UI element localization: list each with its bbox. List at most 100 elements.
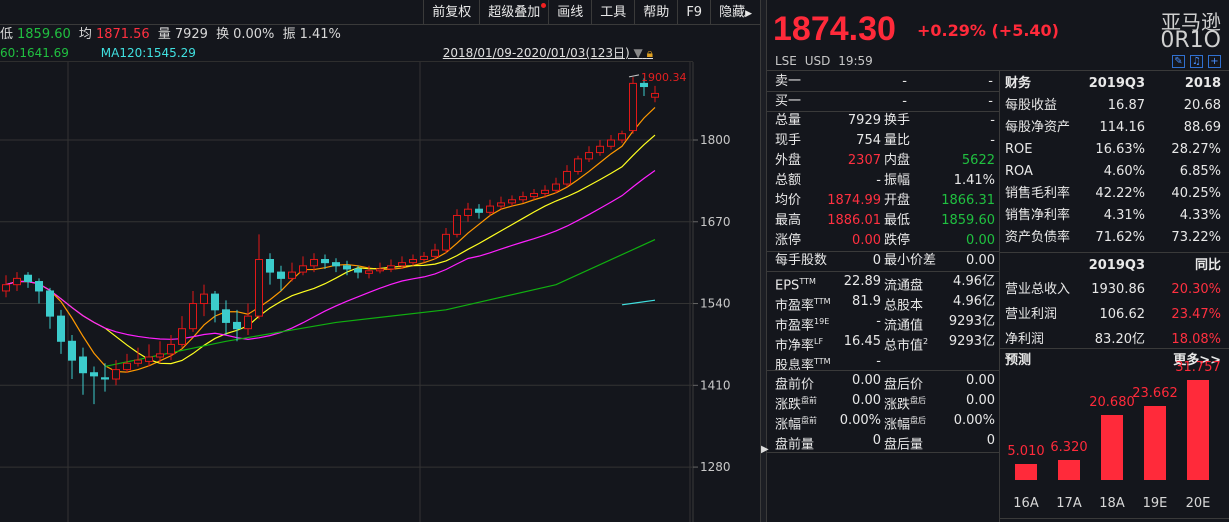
finance-value: 16.63% <box>1065 140 1145 160</box>
stat-value-text: 7929 <box>847 113 881 128</box>
date-range[interactable]: 2018/01/09-2020/01/03(123日) <box>443 46 630 60</box>
finance-value-text: 4.31% <box>1103 208 1145 223</box>
stat-value: 0.00 <box>817 231 881 251</box>
stat-value-text: - <box>990 133 995 148</box>
candle-up <box>508 199 516 204</box>
finance-header-text: 2018 <box>1184 76 1221 91</box>
candle-up <box>112 369 120 380</box>
growth-value: 106.62 <box>1065 305 1146 325</box>
candle-down <box>332 262 340 267</box>
quote-panel: 1874.30 +0.29% (+5.40) 亚马逊 0R1O LSE USD … <box>767 0 1229 522</box>
stat-value: - <box>917 131 995 151</box>
growth-yoy-text: 23.47% <box>1171 307 1221 322</box>
candle-up <box>574 158 582 172</box>
y-tick-label: 1800 <box>700 133 731 147</box>
growth-label-text: 营业总收入 <box>1005 282 1071 297</box>
toolbar-button-2[interactable]: 画线 <box>548 0 591 25</box>
ma-line-ma10 <box>5 134 656 365</box>
notification-dot <box>541 3 547 8</box>
stat-value-text: 2307 <box>847 153 881 168</box>
finance-value: 4.31% <box>1065 206 1145 226</box>
toolbar-button-4[interactable]: 帮助 <box>634 0 677 25</box>
forecast-year-label: 20E <box>1185 496 1211 511</box>
candle-down <box>321 259 329 264</box>
date-range-link[interactable]: 2018/01/09-2020/01/03(123日) ▼ 🔒︎ <box>443 45 653 62</box>
extended-label-text: 盘前量 <box>775 437 815 453</box>
orderbook-volume: - <box>917 72 993 92</box>
finance-label-text: 每股收益 <box>1005 98 1058 113</box>
ma-legend: 60:1641.69 MA120:1545.29 2018/01/09-2020… <box>0 45 693 62</box>
orderbook-price: - <box>837 92 907 112</box>
chart-toolbar: 前复权 超级叠加 画线 工具 帮助 F9 隐藏▶ <box>0 0 760 25</box>
finance-header: 2019Q3 <box>1065 74 1145 94</box>
candle-down <box>354 268 362 273</box>
toolbar-button-3[interactable]: 工具 <box>591 0 634 25</box>
edit-icon[interactable]: ✎ <box>1172 55 1185 68</box>
candle-down <box>266 259 274 273</box>
finance-label-text: 每股净资产 <box>1005 120 1071 135</box>
stat-value: 5622 <box>917 151 995 171</box>
toolbar-button-1[interactable]: 超级叠加 <box>479 0 548 25</box>
tick-value: 0.00 <box>917 251 995 271</box>
panel-splitter[interactable]: ▶ <box>760 0 769 522</box>
finance-value-text: 28.27% <box>1171 142 1221 157</box>
candle-up <box>552 183 560 191</box>
stat-value-text: - <box>876 173 881 188</box>
valuation-value: 4.96亿 <box>917 272 995 292</box>
last-price: 1874.30 <box>773 10 896 48</box>
finance-value-text: 16.63% <box>1095 142 1145 157</box>
y-tick-label: 1280 <box>700 460 731 474</box>
candle-up <box>398 262 406 267</box>
max-price-pointer <box>628 74 640 78</box>
growth-header-text: 2019Q3 <box>1088 258 1145 273</box>
growth-value: 83.20亿 <box>1065 330 1145 350</box>
forecast-year-label: 16A <box>1013 496 1039 511</box>
stat-label-text: 均价 <box>775 193 802 208</box>
candle-up <box>618 133 626 141</box>
valuation-value: 9293亿 <box>917 332 995 352</box>
toolbar-button-0[interactable]: 前复权 <box>423 0 479 25</box>
divider <box>767 452 999 453</box>
growth-value-text: 1930.86 <box>1091 282 1145 297</box>
stat-label-text: 振幅 <box>884 173 911 188</box>
y-tick-label: 1410 <box>700 378 731 392</box>
lock-icon[interactable]: 🔒︎ <box>647 46 653 60</box>
candle-up <box>189 303 197 330</box>
extended-value: 0.00 <box>917 371 995 391</box>
divider <box>999 252 1229 253</box>
extended-value: 0 <box>917 431 995 451</box>
forecast-year-label: 18A <box>1099 496 1125 511</box>
avg-value: 1871.56 <box>95 27 150 42</box>
lot-value-text: 0 <box>872 253 881 268</box>
finance-value: 114.16 <box>1065 118 1146 138</box>
candle-up <box>420 255 428 261</box>
orderbook-label-text: 卖一 <box>775 74 802 89</box>
toolbar-button-6[interactable]: 隐藏▶ <box>710 0 760 25</box>
forecast-bar <box>1187 380 1209 480</box>
candle-down <box>24 274 32 283</box>
finance-value-text: 20.68 <box>1183 98 1221 113</box>
exchange: LSE <box>775 54 797 68</box>
ohlc-info-row: 低 1859.60 均 1871.56 量 7929 换 0.00% 振 1.41% <box>0 25 345 45</box>
toolbar-button-label: 前复权 <box>432 5 472 20</box>
candle-down <box>101 377 109 380</box>
toolbar-button-label: 画线 <box>557 5 584 20</box>
toolbar-button-5[interactable]: F9 <box>677 0 710 25</box>
add-icon[interactable]: + <box>1208 55 1221 68</box>
stock-code: 0R1O <box>1160 28 1221 53</box>
valuation-label-sup: TTM <box>799 277 816 286</box>
kline-chart[interactable]: 1800 1670 1540 1410 1280 1900.34 <box>0 62 760 522</box>
finance-value-text: 42.22% <box>1095 186 1145 201</box>
finance-value: 88.69 <box>1155 118 1221 138</box>
ma60-line <box>104 239 656 368</box>
divider <box>999 518 1229 519</box>
growth-yoy-text: 18.08% <box>1171 332 1221 347</box>
play-arrow-icon: ▶ <box>745 9 752 19</box>
volume-value: 7929 <box>174 27 208 42</box>
stat-value: 7929 <box>817 111 881 131</box>
bell-icon[interactable]: ♫ <box>1190 55 1203 68</box>
stat-value-text: 1886.01 <box>827 213 881 228</box>
stat-value: 1859.60 <box>917 211 995 231</box>
stat-value: 754 <box>817 131 881 151</box>
dropdown-triangle-icon[interactable]: ▼ <box>634 46 643 60</box>
